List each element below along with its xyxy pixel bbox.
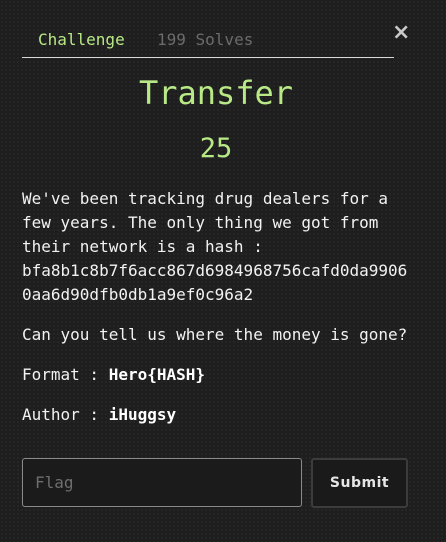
tab-solves[interactable]: 199 Solves [157,30,253,50]
submit-button[interactable]: Submit [311,458,408,508]
description-line: 0aa6d90dfb0db1a9ef0c96a2 [22,285,254,304]
challenge-tabs: Challenge 199 Solves [22,28,394,58]
description-line: few years. The only thing we got from [22,213,379,232]
challenge-question: Can you tell us where the money is gone? [22,325,408,344]
author-line: Author : iHuggsy [22,403,176,427]
format-label: Format : [22,365,109,384]
format-value: Hero{HASH} [108,365,206,384]
description-line: bfa8b1c8b7f6acc867d6984968756cafd0da9906 [22,261,408,280]
tab-challenge[interactable]: Challenge [38,30,125,50]
author-label: Author : [22,405,109,424]
challenge-modal: × Challenge 199 Solves Transfer 25 We've… [0,0,446,542]
challenge-points: 25 [199,133,233,164]
close-icon[interactable]: × [392,22,410,44]
author-value: iHuggsy [108,405,177,424]
challenge-description: We've been tracking drug dealers for a f… [22,187,417,307]
flag-input[interactable] [22,458,302,507]
description-line: We've been tracking drug dealers for a [22,189,389,208]
format-line: Format : Hero{HASH} [22,363,205,387]
description-line: their network is a hash : [22,237,263,256]
challenge-title: Transfer [138,74,294,112]
